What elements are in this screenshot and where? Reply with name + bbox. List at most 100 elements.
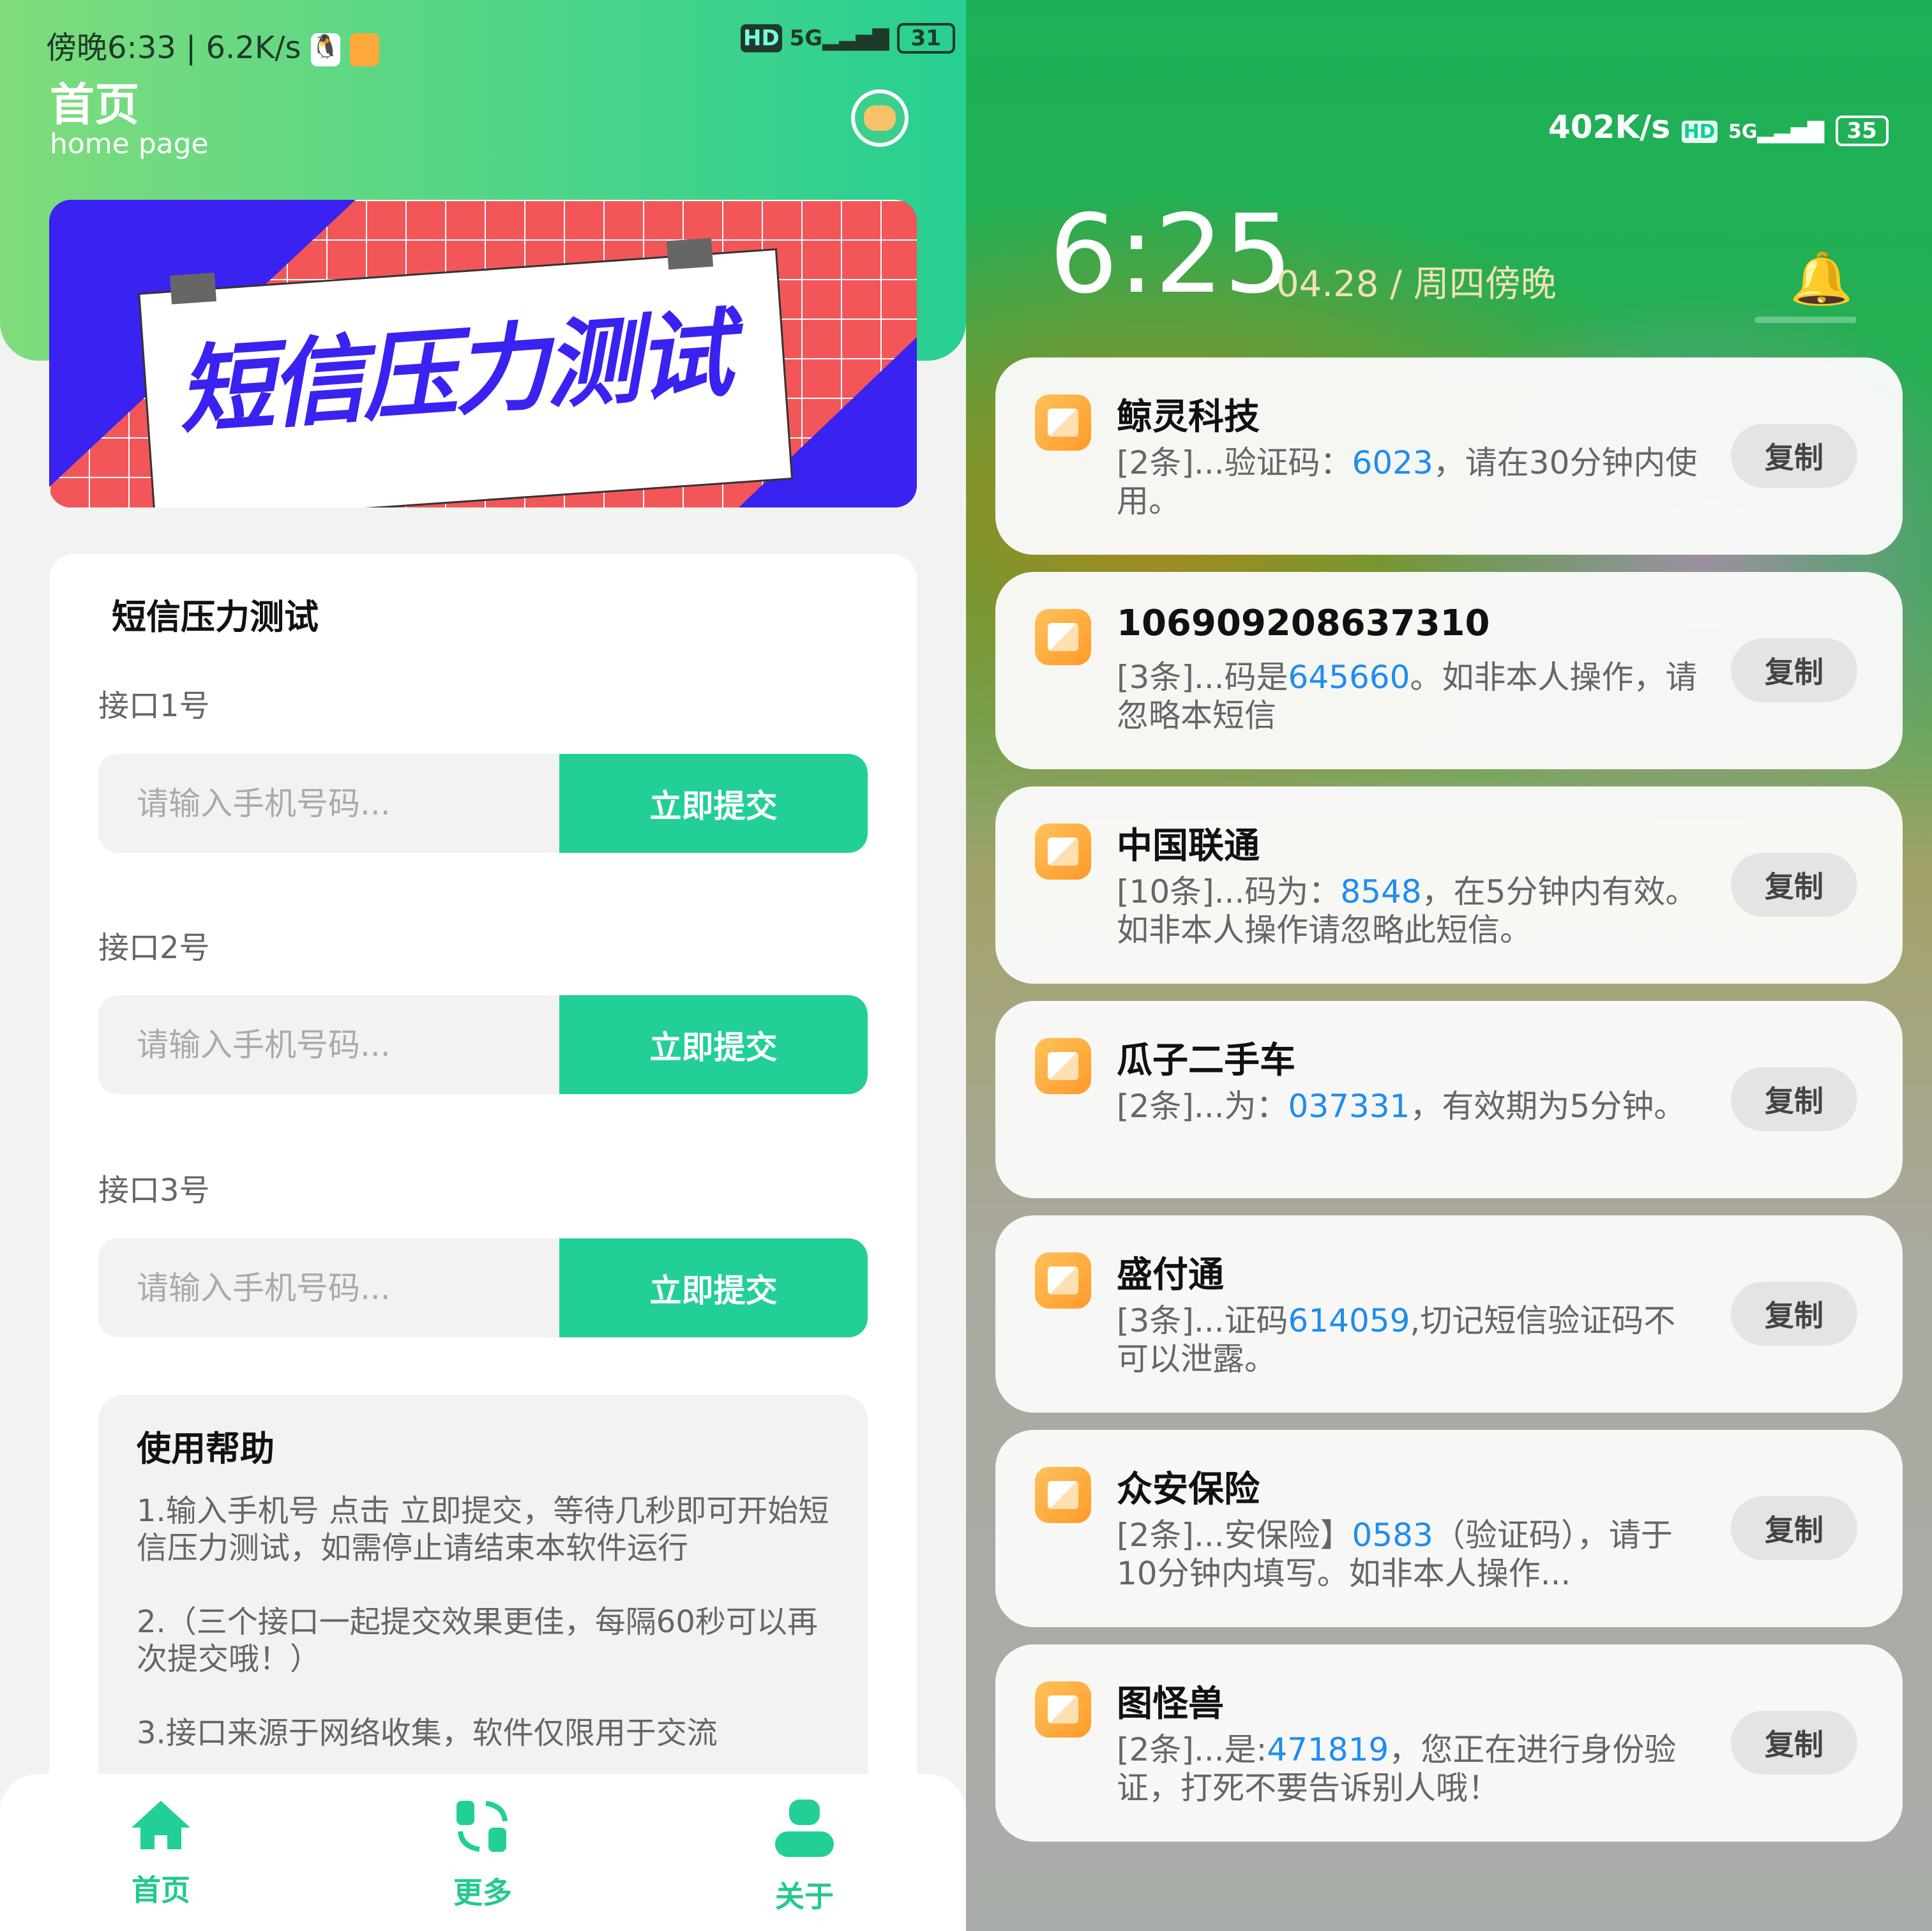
user-icon: [775, 1800, 834, 1857]
notification-body: [3条]...码是645660。如非本人操作，请忽略本短信: [1117, 658, 1704, 735]
status-speed: 402K/s: [1548, 109, 1671, 146]
body-text: [3条]...证码: [1117, 1302, 1288, 1339]
body-text: [2条]...验证码：: [1117, 444, 1352, 481]
status-icons: HD 5G▂▃▅▇ 31: [741, 23, 955, 54]
notification-body: [2条]...为：037331，有效期为5分钟。: [1117, 1087, 1704, 1125]
clock-date: 04.28 / 周四傍晚: [1276, 264, 1557, 305]
verification-code: 6023: [1352, 444, 1433, 481]
interface-2-row: 立即提交: [98, 995, 868, 1094]
notification-body: [2条]...验证码：6023，请在30分钟内使用。: [1117, 444, 1704, 520]
sms-app-icon: [1035, 1252, 1091, 1309]
body-text: ，有效期为5分钟。: [1410, 1088, 1686, 1125]
notification-card[interactable]: 鲸灵科技 [2条]...验证码：6023，请在30分钟内使用。 复制: [995, 357, 1903, 555]
verification-code: 471819: [1267, 1731, 1389, 1768]
drag-handle[interactable]: [1755, 317, 1857, 323]
notification-card[interactable]: 众安保险 [2条]...安保险】0583（验证码），请于10分钟内填写。如非本人…: [995, 1430, 1903, 1627]
body-text: [2条]...是:: [1117, 1731, 1267, 1768]
sms-app-icon: [1035, 1038, 1091, 1094]
qq-icon: 🐧: [310, 33, 340, 66]
nav-home[interactable]: 首页: [84, 1800, 238, 1909]
phone-input-1[interactable]: [98, 754, 559, 853]
nav-label: 更多: [453, 1875, 512, 1910]
verification-code: 8548: [1340, 873, 1422, 910]
bottom-nav: 首页 更多 关于: [0, 1774, 966, 1931]
notification-card[interactable]: 106909208637310 [3条]...码是645660。如非本人操作，请…: [995, 572, 1903, 769]
verification-code: 037331: [1288, 1088, 1410, 1125]
nav-label: 首页: [132, 1873, 190, 1907]
body-text: [10条]...码为：: [1117, 873, 1341, 910]
verification-code: 0583: [1352, 1517, 1433, 1554]
notification-body: [10条]...码为：8548，在5分钟内有效。如非本人操作请忽略此短信。: [1117, 873, 1704, 949]
clock-time: 6:25: [1049, 192, 1293, 318]
sms-app-screen: 傍晚6:33 | 6.2K/s 🐧 HD 5G▂▃▅▇ 31 首页 home p…: [0, 0, 966, 1931]
submit-button-2[interactable]: 立即提交: [559, 995, 868, 1094]
submit-button-1[interactable]: 立即提交: [559, 754, 868, 853]
copy-button[interactable]: 复制: [1731, 1282, 1857, 1346]
sms-app-icon: [350, 33, 380, 66]
notification-body: [2条]...是:471819，您正在进行身份验证，打死不要告诉别人哦！: [1117, 1731, 1704, 1807]
interface-1-row: 立即提交: [98, 754, 868, 853]
sms-app-icon: [1035, 609, 1091, 665]
hd-icon: HD: [1681, 121, 1717, 143]
notification-title: 众安保险: [1117, 1469, 1260, 1510]
copy-button[interactable]: 复制: [1731, 1067, 1857, 1131]
notification-title: 瓜子二手车: [1117, 1040, 1295, 1081]
sms-app-icon: [1035, 1467, 1091, 1523]
notification-settings-icon[interactable]: 🔔: [1790, 249, 1853, 309]
signal-icon: 5G: [789, 26, 823, 51]
sms-app-icon: [1035, 823, 1091, 880]
nav-label: 关于: [775, 1879, 834, 1914]
notification-shade: 402K/s HD 5G▂▃▅▇ 35 6:25 04.28 / 周四傍晚 🔔 …: [966, 0, 1932, 1931]
interface-2-label: 接口2号: [98, 930, 210, 966]
interface-3-row: 立即提交: [98, 1238, 868, 1337]
page-title: 首页: [50, 79, 139, 131]
notification-card[interactable]: 盛付通 [3条]...证码614059,切记短信验证码不可以泄露。 复制: [995, 1215, 1903, 1413]
status-time: 傍晚6:33: [46, 30, 176, 66]
submit-button-3[interactable]: 立即提交: [559, 1238, 868, 1337]
signal-icon: 5G: [1728, 121, 1758, 143]
notification-body: [2条]...安保险】0583（验证码），请于10分钟内填写。如非本人操作...: [1117, 1516, 1704, 1593]
sms-app-icon: [1035, 394, 1091, 451]
interface-1-label: 接口1号: [98, 688, 210, 724]
nav-more[interactable]: 更多: [406, 1800, 559, 1912]
hd-icon: HD: [741, 24, 782, 52]
body-text: [3条]...码是: [1117, 659, 1288, 696]
notification-title: 106909208637310: [1117, 603, 1490, 644]
verification-code: 614059: [1288, 1302, 1410, 1339]
help-title: 使用帮助: [137, 1429, 275, 1469]
sms-app-icon: [1035, 1681, 1091, 1738]
notification-card[interactable]: 图怪兽 [2条]...是:471819，您正在进行身份验证，打死不要告诉别人哦！…: [995, 1644, 1903, 1842]
chat-button[interactable]: [851, 89, 909, 147]
notification-body: [3条]...证码614059,切记短信验证码不可以泄露。: [1117, 1302, 1704, 1378]
notification-card[interactable]: 瓜子二手车 [2条]...为：037331，有效期为5分钟。 复制: [995, 1001, 1903, 1198]
home-icon: [132, 1801, 190, 1849]
page-subtitle: home page: [50, 128, 209, 160]
notification-card[interactable]: 中国联通 [10条]...码为：8548，在5分钟内有效。如非本人操作请忽略此短…: [995, 786, 1903, 984]
banner[interactable]: 短信压力测试: [49, 200, 917, 507]
battery-icon: 35: [1835, 116, 1889, 146]
interface-3-label: 接口3号: [98, 1173, 210, 1208]
notification-title: 中国联通: [1117, 825, 1260, 867]
copy-button[interactable]: 复制: [1731, 853, 1857, 917]
nav-about[interactable]: 关于: [728, 1800, 881, 1916]
verification-code: 645660: [1288, 659, 1410, 696]
copy-button[interactable]: 复制: [1731, 424, 1857, 488]
body-text: [2条]...安保险】: [1117, 1517, 1352, 1554]
body-text: [2条]...为：: [1117, 1088, 1288, 1125]
status-speed: 6.2K/s: [206, 30, 301, 66]
notification-title: 鲸灵科技: [1117, 396, 1260, 438]
chat-icon: [864, 105, 896, 131]
phone-input-3[interactable]: [98, 1238, 559, 1337]
status-bar-right: 402K/s HD 5G▂▃▅▇ 35: [1548, 109, 1889, 146]
copy-button[interactable]: 复制: [1731, 1711, 1857, 1775]
notification-title: 盛付通: [1117, 1254, 1224, 1296]
help-item: 3.接口来源于网络收集，软件仅限用于交流: [137, 1715, 718, 1751]
status-bar: 傍晚6:33 | 6.2K/s 🐧: [46, 22, 380, 67]
battery-icon: 31: [896, 23, 955, 54]
help-item: 1.输入手机号 点击 立即提交，等待几秒即可开始短信压力测试，如需停止请结束本软…: [137, 1493, 829, 1566]
copy-button[interactable]: 复制: [1731, 638, 1857, 702]
notification-title: 图怪兽: [1117, 1683, 1224, 1725]
phone-input-2[interactable]: [98, 995, 559, 1094]
copy-button[interactable]: 复制: [1731, 1496, 1857, 1560]
card-title: 短信压力测试: [112, 597, 319, 637]
